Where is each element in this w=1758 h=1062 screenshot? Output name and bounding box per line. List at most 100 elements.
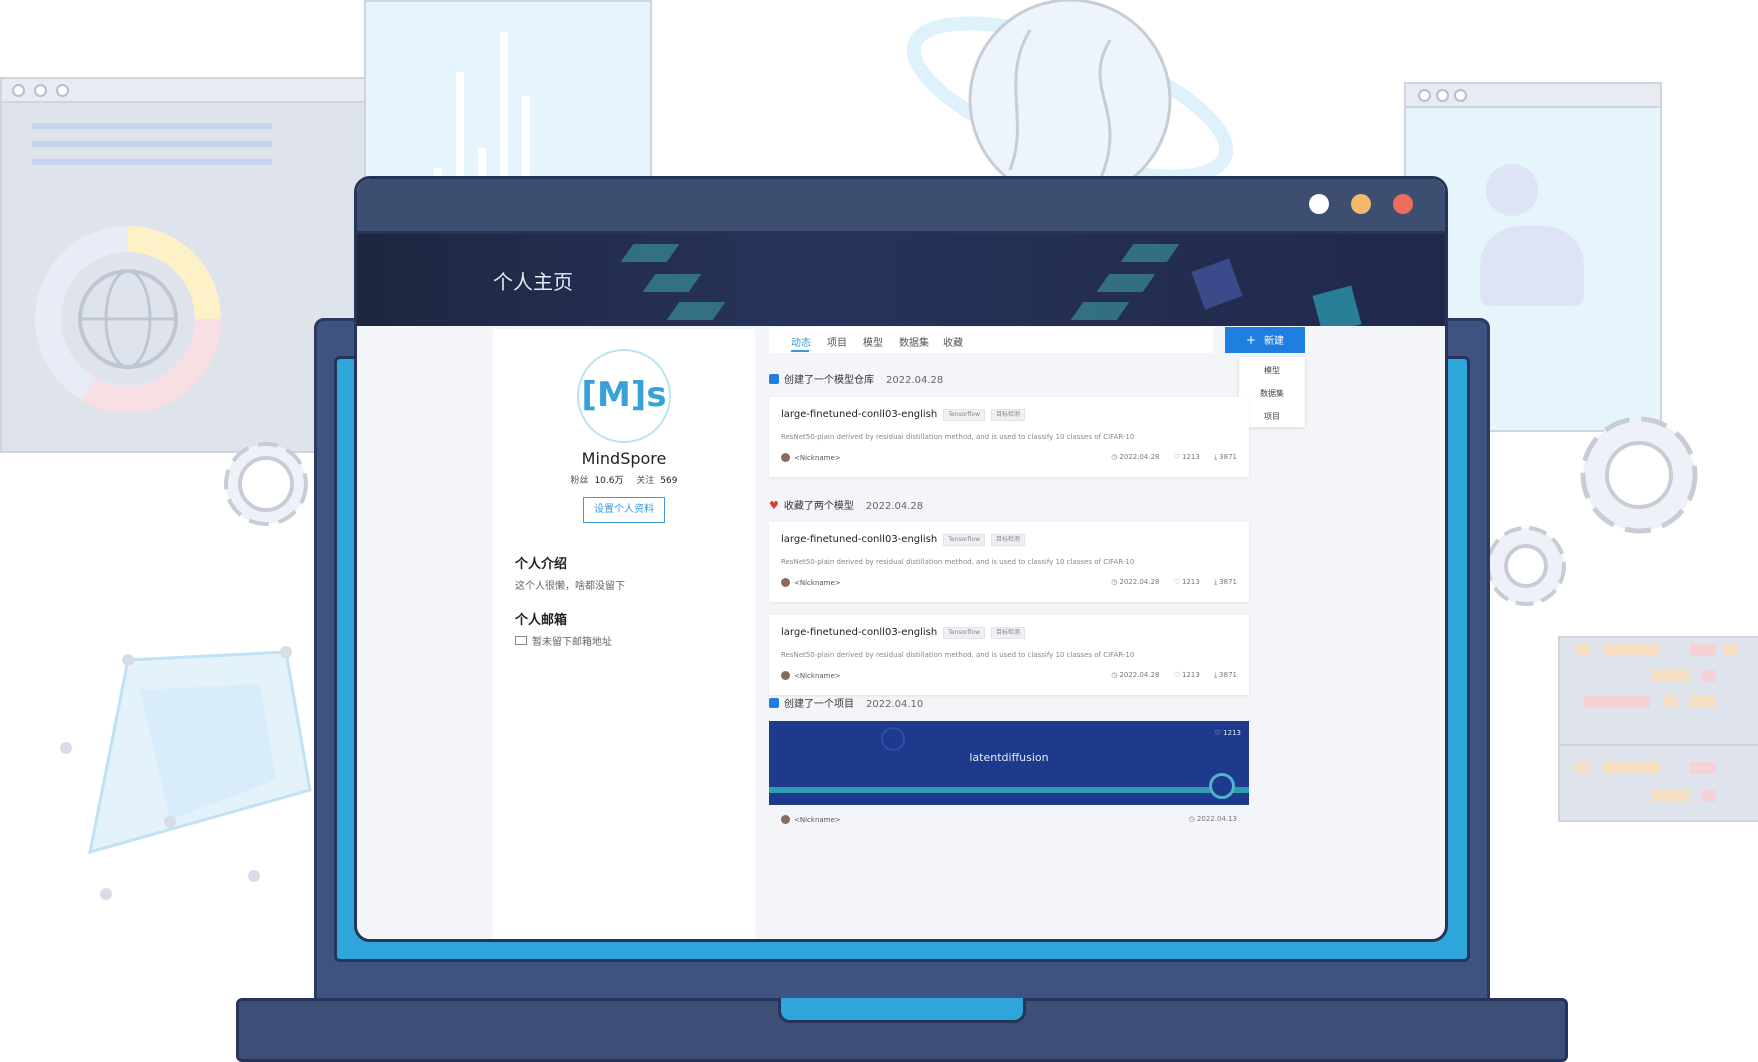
deco-dot xyxy=(12,84,25,97)
clock-icon: ◷ xyxy=(1111,578,1118,586)
card-user: <Nickname> xyxy=(781,578,841,587)
feed-header: 创建了一个模型仓库 2022.04.28 xyxy=(769,371,943,386)
card-likes: 1213 xyxy=(1182,578,1200,586)
cloud-sign-icon xyxy=(1191,258,1243,310)
user-nickname[interactable]: <Nickname> xyxy=(794,816,841,824)
window-button-white[interactable] xyxy=(1309,194,1329,214)
deco-block xyxy=(1652,790,1690,802)
tag-framework: Tensorflow xyxy=(943,627,985,639)
user-nickname[interactable]: <Nickname> xyxy=(794,454,841,462)
model-card[interactable]: large-finetuned-conll03-english Tensorflo… xyxy=(769,615,1249,695)
heart-icon: ♡ xyxy=(1173,453,1180,461)
followers-label: 粉丝 xyxy=(570,476,589,486)
card-downloads: 3871 xyxy=(1219,578,1237,586)
feed-date: 2022.04.28 xyxy=(886,375,944,386)
new-button[interactable]: + 新建 xyxy=(1225,327,1305,353)
card-title-row: large-finetuned-conll03-english Tensorflo… xyxy=(781,534,1026,546)
project-gauge-icon xyxy=(881,727,905,751)
deco-block xyxy=(1576,762,1590,774)
model-title[interactable]: large-finetuned-conll03-english xyxy=(781,534,937,545)
model-card[interactable]: large-finetuned-conll03-english Tensorflo… xyxy=(769,522,1249,602)
email-text: 暂未留下邮箱地址 xyxy=(532,637,612,648)
gear-icon xyxy=(224,442,308,526)
deco-block xyxy=(1724,644,1738,656)
project-likes: ♡ 1213 xyxy=(1215,729,1241,737)
dropdown-item-model[interactable]: 模型 xyxy=(1239,365,1305,376)
feed-date: 2022.04.10 xyxy=(866,699,924,710)
user-avatar xyxy=(781,671,790,680)
download-icon: ⤓ xyxy=(1214,671,1218,679)
card-downloads: 3871 xyxy=(1219,453,1237,461)
user-nickname[interactable]: <Nickname> xyxy=(794,672,841,680)
profile-card: [M]s MindSpore 粉丝 10.6万 关注 569 设置个人资料 个人… xyxy=(493,329,755,939)
download-icon: ⤓ xyxy=(1214,578,1218,586)
laptop-notch xyxy=(778,998,1026,1023)
card-likes: 1213 xyxy=(1182,453,1200,461)
user-avatar xyxy=(781,815,790,824)
window-titlebar xyxy=(357,179,1445,234)
user-nickname[interactable]: <Nickname> xyxy=(794,579,841,587)
intro-text: 这个人很懒，啥都没留下 xyxy=(515,581,625,592)
tag-task: 目标检测 xyxy=(991,627,1026,639)
deco-dot xyxy=(56,84,69,97)
card-date: 2022.04.28 xyxy=(1119,671,1160,679)
window-button-minimize[interactable] xyxy=(1351,194,1371,214)
page-title: 个人主页 xyxy=(493,270,573,294)
model-card[interactable]: large-finetuned-conll03-english Tensorflo… xyxy=(769,397,1249,477)
repo-icon xyxy=(769,698,779,708)
following-value[interactable]: 569 xyxy=(660,476,677,486)
donut-chart-icon xyxy=(35,226,222,413)
banner-tile xyxy=(620,244,680,262)
tab-favorites[interactable]: 收藏 xyxy=(943,334,963,349)
following-label: 关注 xyxy=(636,476,655,486)
planet-icon xyxy=(906,0,1234,200)
window-button-close[interactable] xyxy=(1393,194,1413,214)
card-meta: ◷ 2022.04.28 ♡ 1213 ⤓ 3871 xyxy=(1099,578,1237,587)
project-likes-count: 1213 xyxy=(1223,729,1241,737)
deco-bar-chart-panel xyxy=(364,0,652,194)
deco-dot xyxy=(1436,89,1449,102)
project-date: 2022.04.13 xyxy=(1196,815,1237,823)
plus-icon: + xyxy=(1245,333,1257,347)
card-user: <Nickname> xyxy=(781,815,841,824)
model-description: ResNet50-plain derived by residual disti… xyxy=(781,433,1135,441)
card-likes: 1213 xyxy=(1182,671,1200,679)
card-title-row: large-finetuned-conll03-english Tensorflo… xyxy=(781,627,1026,639)
followers-value[interactable]: 10.6万 xyxy=(594,476,623,486)
clock-icon: ◷ xyxy=(1111,453,1118,461)
new-button-label: 新建 xyxy=(1264,336,1285,347)
card-meta: ◷ 2022.04.13 xyxy=(1177,815,1237,823)
model-title[interactable]: large-finetuned-conll03-english xyxy=(781,627,937,638)
deco-dot xyxy=(34,84,47,97)
profile-name: MindSpore xyxy=(581,449,667,468)
feed-date: 2022.04.28 xyxy=(865,501,924,512)
mail-icon xyxy=(515,636,527,645)
email-row: 暂未留下邮箱地址 xyxy=(515,633,612,648)
card-user: <Nickname> xyxy=(781,671,841,680)
tab-projects[interactable]: 项目 xyxy=(827,334,847,349)
deco-window-bar xyxy=(2,79,372,103)
feed-action: 创建了一个模型仓库 xyxy=(784,375,874,386)
clock-icon: ◷ xyxy=(1111,671,1118,679)
banner-tile xyxy=(1070,302,1130,320)
deco-bar xyxy=(456,72,464,192)
deco-divider xyxy=(1560,744,1758,746)
email-title: 个人邮箱 xyxy=(515,613,568,628)
deco-block xyxy=(1690,762,1716,774)
tab-models[interactable]: 模型 xyxy=(863,334,883,349)
download-icon: ⤓ xyxy=(1214,453,1218,461)
tab-datasets[interactable]: 数据集 xyxy=(899,334,929,349)
edit-profile-button[interactable]: 设置个人资料 xyxy=(583,497,665,523)
model-description: ResNet50-plain derived by residual disti… xyxy=(781,651,1135,659)
card-date: 2022.04.28 xyxy=(1119,453,1160,461)
feed-header: 创建了一个项目 2022.04.10 xyxy=(769,695,923,710)
banner-screen-icon xyxy=(1312,285,1362,326)
project-card[interactable]: latentdiffusion ♡ 1213 xyxy=(769,721,1249,805)
gear-icon xyxy=(1486,526,1566,606)
project-title[interactable]: latentdiffusion xyxy=(769,751,1249,764)
user-avatar xyxy=(781,578,790,587)
feed-action: 创建了一个项目 xyxy=(784,699,854,710)
tab-activity[interactable]: 动态 xyxy=(791,334,811,349)
model-title[interactable]: large-finetuned-conll03-english xyxy=(781,409,937,420)
user-icon xyxy=(1486,164,1538,216)
